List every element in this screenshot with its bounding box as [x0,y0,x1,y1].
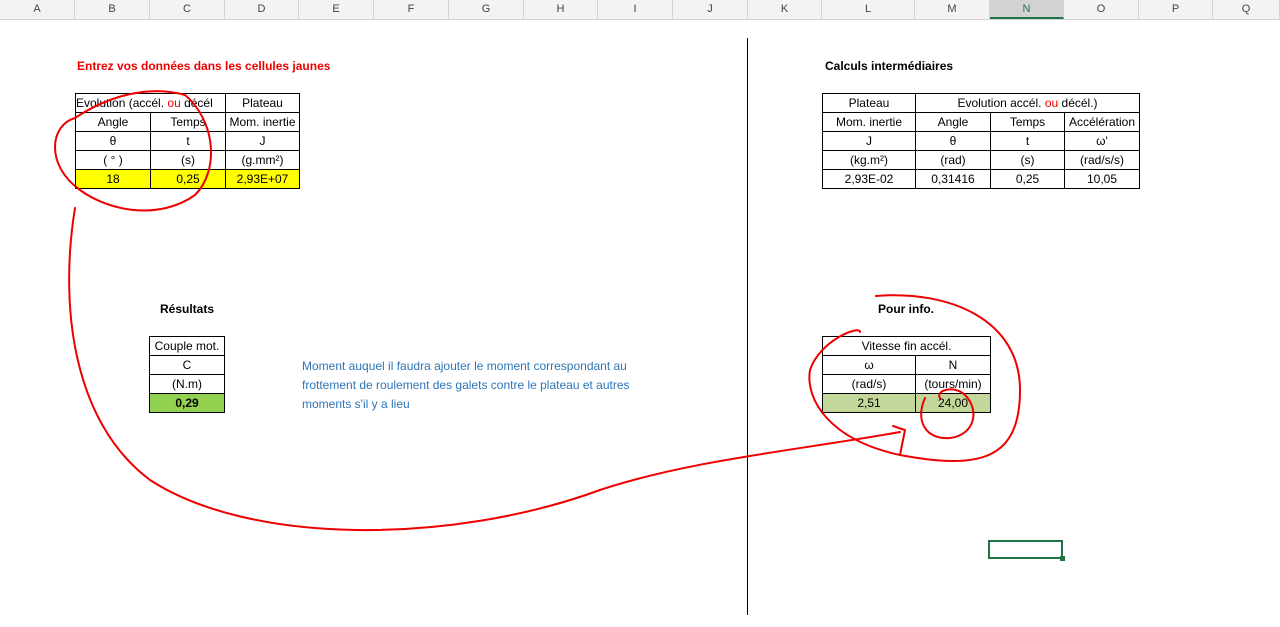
ink-annotations [54,90,1022,531]
ink-circle-rpm [920,388,975,440]
ink-circle-info [808,294,1022,462]
ink-arrow-curve [68,207,901,531]
ink-arrowhead [892,425,907,456]
ink-circle-inputs [54,90,212,212]
